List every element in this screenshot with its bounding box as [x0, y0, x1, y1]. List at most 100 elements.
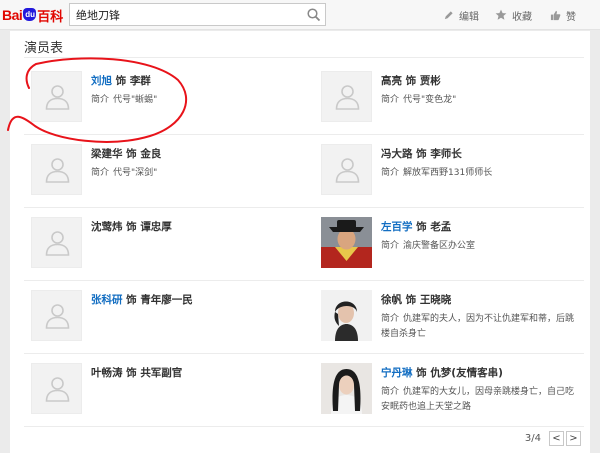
- person-icon: [335, 85, 360, 110]
- actor-name-link[interactable]: 刘旭: [91, 75, 112, 87]
- title-divider: [24, 57, 584, 58]
- next-page-button[interactable]: >: [566, 430, 581, 446]
- actor-photo-image: [321, 217, 372, 268]
- thumbs-up-icon: [550, 10, 561, 20]
- like-button[interactable]: 赞: [550, 8, 576, 23]
- role-name: 青年廖一民: [140, 294, 193, 306]
- row-divider: [24, 134, 584, 135]
- baidu-baike-logo[interactable]: Bai du 百科: [2, 6, 63, 24]
- search-icon[interactable]: [306, 7, 322, 23]
- actor-name: 冯大路: [381, 148, 413, 160]
- placeholder-avatar[interactable]: [31, 217, 82, 268]
- page-indicator: 3/4: [524, 432, 541, 444]
- description-label: 简介: [91, 95, 110, 105]
- actor-card: 高亮 饰 贾彬 简介 代号"变色龙": [321, 71, 591, 125]
- actor-description: 简介 代号"蜥蜴": [91, 93, 291, 108]
- role-prefix: 饰: [126, 148, 137, 160]
- actor-photo-image: [321, 363, 372, 414]
- description-label: 简介: [381, 314, 400, 324]
- actor-name-line: 徐帆 饰 王晓晓: [381, 292, 451, 307]
- person-icon: [45, 377, 70, 402]
- description-text: 代号"变色龙": [403, 95, 457, 105]
- description-label: 简介: [381, 241, 400, 251]
- actor-name: 叶畅涛: [91, 367, 123, 379]
- actor-name-line: 叶畅涛 饰 共军副官: [91, 365, 182, 380]
- person-icon: [45, 158, 70, 183]
- actor-card: 冯大路 饰 李师长 简介 解放军西野131师师长: [321, 144, 591, 198]
- actor-name-line: 左百学 饰 老孟: [381, 219, 451, 234]
- actor-photo[interactable]: [321, 363, 372, 414]
- star-icon: [495, 9, 507, 20]
- actor-card: 沈莺炜 饰 谭忠厚: [31, 217, 301, 271]
- like-label: 赞: [566, 11, 576, 23]
- search-box: [69, 3, 326, 26]
- actor-description: 简介 代号"深剑": [91, 166, 291, 181]
- placeholder-avatar[interactable]: [321, 71, 372, 122]
- actor-card: 刘旭 饰 李群 简介 代号"蜥蜴": [31, 71, 301, 125]
- actor-name: 徐帆: [381, 294, 402, 306]
- role-prefix: 饰: [416, 367, 427, 379]
- placeholder-avatar[interactable]: [31, 71, 82, 122]
- actor-card: 梁建华 饰 金良 简介 代号"深剑": [31, 144, 301, 198]
- actor-name-line: 高亮 饰 贾彬: [381, 73, 441, 88]
- actor-name-line: 张科研 饰 青年廖一民: [91, 292, 193, 307]
- placeholder-avatar[interactable]: [31, 144, 82, 195]
- row-divider: [24, 280, 584, 281]
- description-text: 仇建军的大女儿，因母亲跳楼身亡，自己吃安眠药也追上天堂之路: [381, 387, 575, 412]
- placeholder-avatar[interactable]: [321, 144, 372, 195]
- actor-photo[interactable]: [321, 217, 372, 268]
- role-prefix: 饰: [115, 75, 127, 87]
- actor-card: 张科研 饰 青年廖一民: [31, 290, 301, 344]
- actor-name: 高亮: [381, 75, 402, 87]
- actor-name-line: 宁丹琳 饰 仇梦(友情客串): [381, 365, 503, 380]
- person-icon: [45, 304, 70, 329]
- edit-button[interactable]: 编辑: [443, 8, 479, 23]
- person-icon: [45, 85, 70, 110]
- section-title: 演员表: [24, 41, 64, 56]
- actor-name-link[interactable]: 张科研: [91, 294, 123, 306]
- actor-card: 叶畅涛 饰 共军副官: [31, 363, 301, 417]
- actor-name-line: 刘旭 饰 李群: [91, 73, 151, 88]
- top-bar: Bai du 百科 编辑 收藏 赞: [0, 0, 600, 30]
- prev-page-button[interactable]: <: [549, 430, 564, 446]
- favorite-label: 收藏: [512, 11, 532, 23]
- person-icon: [335, 158, 360, 183]
- logo-baike-text: 百科: [37, 8, 64, 24]
- placeholder-avatar[interactable]: [31, 363, 82, 414]
- role-name: 金良: [140, 148, 162, 160]
- pencil-icon: [444, 10, 453, 19]
- role-prefix: 饰: [405, 294, 417, 306]
- actor-card: 宁丹琳 饰 仇梦(友情客串) 简介 仇建军的大女儿，因母亲跳楼身亡，自己吃安眠药也…: [321, 363, 591, 417]
- description-text: 渝庆警备区办公室: [403, 241, 476, 251]
- placeholder-avatar[interactable]: [31, 290, 82, 341]
- role-name: 仇梦(友情客串): [430, 367, 503, 379]
- actor-name-line: 冯大路 饰 李师长: [381, 146, 462, 161]
- role-name: 王晓晓: [419, 294, 452, 306]
- row-divider: [24, 207, 584, 208]
- cast-section: 演员表 刘旭 饰 李群 简介 代号"蜥蜴" 高亮 饰 贾彬 简介 代号"变色龙"…: [10, 31, 590, 453]
- actor-photo[interactable]: [321, 290, 372, 341]
- actor-photo-image: [321, 290, 372, 341]
- row-divider: [24, 426, 584, 427]
- description-text: 解放军西野131师师长: [403, 168, 493, 178]
- actor-description: 简介 仇建军的大女儿，因母亲跳楼身亡，自己吃安眠药也追上天堂之路: [381, 385, 581, 415]
- actor-name-link[interactable]: 左百学: [381, 221, 413, 233]
- edit-label: 编辑: [459, 11, 479, 23]
- role-prefix: 饰: [416, 148, 427, 160]
- role-name: 老孟: [430, 221, 452, 233]
- role-name: 李群: [129, 75, 151, 87]
- logo-text: Bai: [2, 7, 23, 23]
- role-prefix: 饰: [126, 367, 137, 379]
- description-label: 简介: [381, 387, 400, 397]
- search-input[interactable]: [76, 6, 301, 23]
- description-label: 简介: [381, 95, 400, 105]
- actor-name: 梁建华: [91, 148, 123, 160]
- description-label: 简介: [381, 168, 400, 178]
- actor-name-line: 沈莺炜 饰 谭忠厚: [91, 219, 172, 234]
- actor-description: 简介 解放军西野131师师长: [381, 166, 581, 181]
- actor-card: 徐帆 饰 王晓晓 简介 仇建军的夫人，因为不让仇建军和蒂，后跳楼自杀身亡: [321, 290, 591, 344]
- favorite-button[interactable]: 收藏: [495, 8, 532, 23]
- actor-card: 左百学 饰 老孟 简介 渝庆警备区办公室: [321, 217, 591, 271]
- actor-name-link[interactable]: 宁丹琳: [381, 367, 413, 379]
- role-prefix: 饰: [126, 221, 137, 233]
